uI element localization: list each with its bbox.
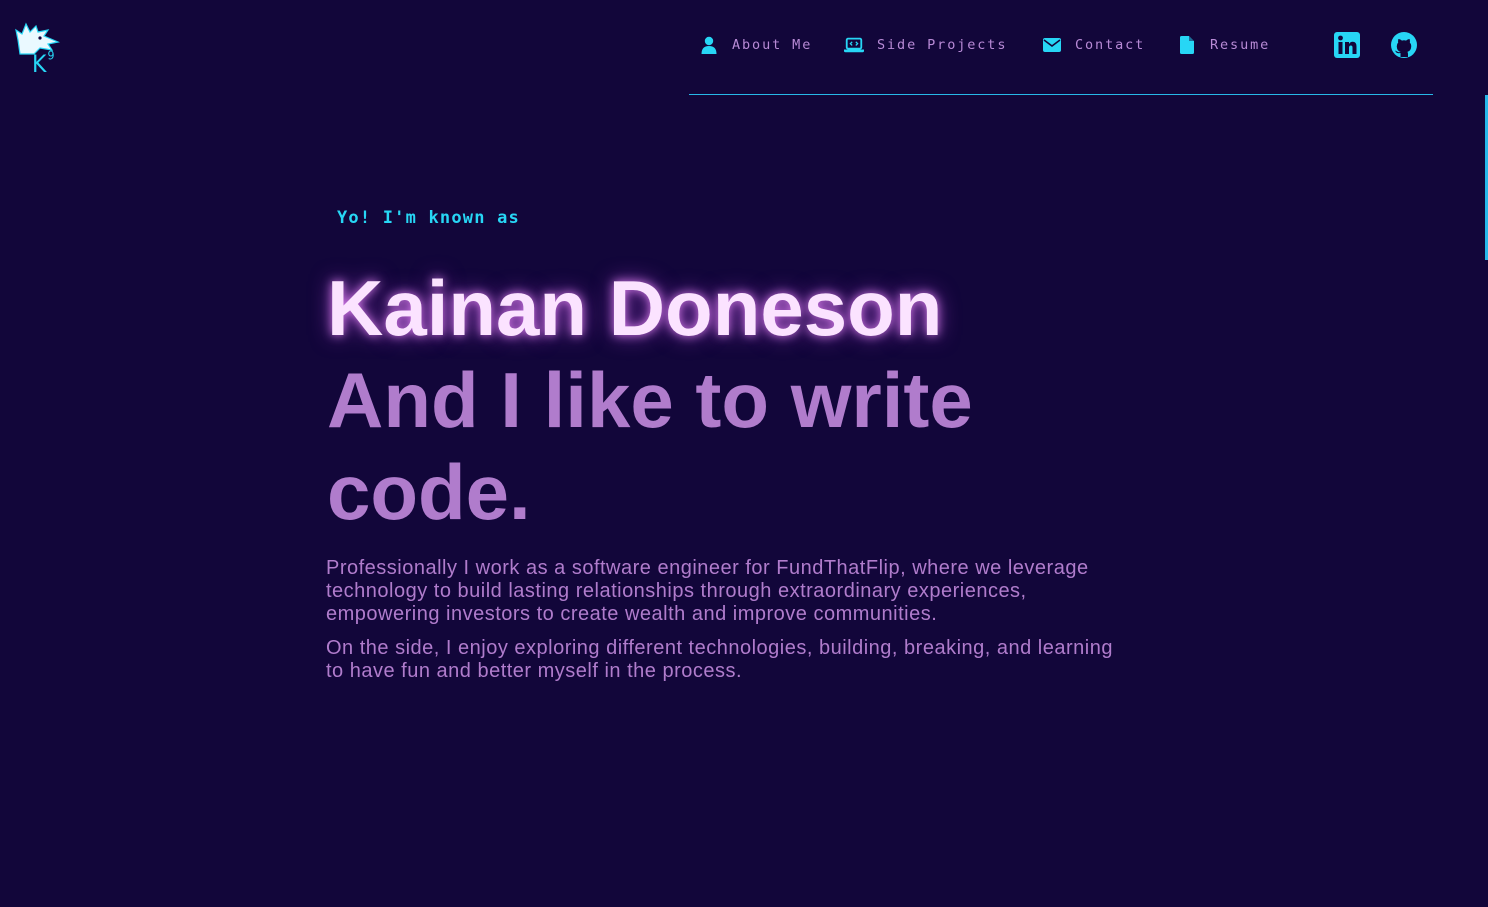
nav-item-resume[interactable]: Resume bbox=[1177, 33, 1270, 57]
nav-item-contact[interactable]: Contact bbox=[1042, 33, 1145, 57]
github-link[interactable] bbox=[1390, 31, 1418, 59]
hero-name: Kainan Doneson bbox=[327, 264, 943, 352]
site-logo[interactable]: K9 bbox=[14, 20, 64, 84]
linkedin-icon bbox=[1334, 32, 1360, 58]
nav-label-side-projects: Side Projects bbox=[877, 37, 1008, 53]
nav-item-side-projects[interactable]: Side Projects bbox=[844, 33, 1007, 57]
intro-text: Yo! I'm known as bbox=[337, 208, 520, 228]
nav-label-contact: Contact bbox=[1075, 37, 1146, 53]
envelope-icon bbox=[1042, 35, 1062, 55]
hero-tagline: And I like to write code. bbox=[327, 356, 973, 536]
nav-label-about-me: About Me bbox=[732, 37, 813, 53]
laptop-code-icon bbox=[844, 35, 864, 55]
bio-paragraph-personal: On the side, I enjoy exploring different… bbox=[326, 637, 1113, 682]
bio-section: Professionally I work as a software engi… bbox=[326, 557, 1116, 694]
nav-label-resume: Resume bbox=[1210, 37, 1271, 53]
main-nav: About Me Side Projects Contact Resume bbox=[689, 0, 1433, 95]
linkedin-link[interactable] bbox=[1333, 31, 1361, 59]
user-icon bbox=[699, 35, 719, 55]
nav-item-about-me[interactable]: About Me bbox=[699, 33, 812, 57]
logo-superscript: 9 bbox=[47, 48, 55, 63]
github-icon bbox=[1391, 32, 1417, 58]
file-icon bbox=[1177, 35, 1197, 55]
logo-letter: K bbox=[32, 51, 47, 79]
bio-paragraph-professional: Professionally I work as a software engi… bbox=[326, 557, 1089, 625]
